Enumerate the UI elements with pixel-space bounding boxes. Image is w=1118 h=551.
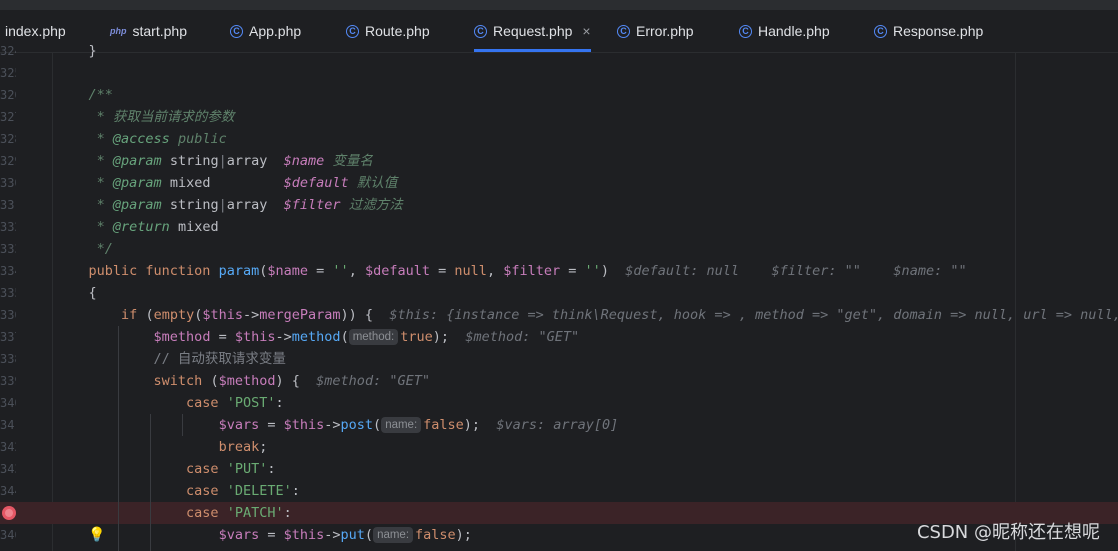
code-line[interactable]: 335 {: [0, 282, 1118, 304]
code-text: * @return mixed: [96, 219, 219, 235]
tab-label: index.php: [5, 23, 66, 39]
code-text: case 'PATCH':: [186, 505, 292, 521]
code-text: }: [88, 43, 97, 59]
code-text: $vars = $this->post(name: false); $vars: …: [218, 417, 619, 433]
code-text: case 'POST':: [186, 395, 284, 411]
code-text: public function param($name = '', $defau…: [88, 263, 967, 279]
breakpoint-icon[interactable]: [2, 506, 16, 520]
class-icon: C: [230, 24, 243, 38]
line-number: 344: [0, 484, 16, 498]
tab-label: App.php: [249, 23, 302, 39]
code-text: switch ($method) { $method: "GET": [153, 373, 430, 389]
tab-label: Response.php: [893, 23, 984, 39]
code-text: * @param mixed $default 默认值: [96, 175, 398, 191]
code-text: */: [96, 241, 113, 257]
code-line[interactable]: 339 switch ($method) { $method: "GET": [0, 370, 1118, 392]
line-number: 343: [0, 462, 16, 476]
php-file-icon: php: [110, 26, 127, 36]
tab-label: start.php: [132, 23, 187, 39]
code-line[interactable]: 334 public function param($name = '', $d…: [0, 260, 1118, 282]
line-number: 334: [0, 264, 16, 278]
class-icon: C: [874, 24, 887, 38]
line-number: 346: [0, 528, 16, 542]
line-number: 336: [0, 308, 16, 322]
code-line[interactable]: 332 * @return mixed: [0, 216, 1118, 238]
line-number: 340: [0, 396, 16, 410]
indent-guide: [150, 414, 151, 551]
indent-guide: [118, 326, 119, 551]
line-number: 335: [0, 286, 16, 300]
line-number: 341: [0, 418, 16, 432]
line-number: 333: [0, 242, 16, 256]
line-number: 331: [0, 198, 16, 212]
code-line[interactable]: 324 }: [0, 40, 1118, 62]
code-line[interactable]: 333 */: [0, 238, 1118, 260]
line-number: 337: [0, 330, 16, 344]
line-number: 324: [0, 44, 16, 58]
class-icon: C: [739, 24, 752, 38]
code-text: * @param string|array $filter 过滤方法: [96, 197, 403, 213]
line-number: 338: [0, 352, 16, 366]
class-icon: C: [617, 24, 630, 38]
code-line[interactable]: 342 break;: [0, 436, 1118, 458]
title-strip: [0, 0, 1118, 10]
code-line[interactable]: 336 if (empty($this->mergeParam)) { $thi…: [0, 304, 1118, 326]
code-text: {: [88, 285, 97, 301]
code-line[interactable]: 341 $vars = $this->post(name:false); $va…: [0, 414, 1118, 436]
code-text: * 获取当前请求的参数: [96, 109, 235, 125]
line-number: 342: [0, 440, 16, 454]
tab-label: Request.php: [493, 23, 573, 39]
line-number: 329: [0, 154, 16, 168]
line-number: 330: [0, 176, 16, 190]
line-number: 332: [0, 220, 16, 234]
line-number: 326: [0, 88, 16, 102]
tab-label: Handle.php: [758, 23, 830, 39]
code-line[interactable]: 331 * @param string|array $filter 过滤方法: [0, 194, 1118, 216]
indent-guide: [182, 414, 183, 436]
code-line[interactable]: 344 case 'DELETE':: [0, 480, 1118, 502]
code-text: if (empty($this->mergeParam)) { $this: {…: [121, 307, 1118, 323]
code-line[interactable]: 330 * @param mixed $default 默认值: [0, 172, 1118, 194]
code-text: case 'PUT':: [186, 461, 276, 477]
tab-label: Route.php: [365, 23, 430, 39]
code-line[interactable]: 340 case 'POST':: [0, 392, 1118, 414]
code-line[interactable]: 329 * @param string|array $name 变量名: [0, 150, 1118, 172]
code-text: $method = $this->method(method: true); $m…: [153, 329, 580, 345]
code-text: // 自动获取请求变量: [153, 351, 286, 367]
line-number: 327: [0, 110, 16, 124]
close-tab-icon[interactable]: ×: [582, 23, 590, 39]
line-number: 339: [0, 374, 16, 388]
code-text: break;: [218, 439, 268, 455]
class-icon: C: [474, 24, 487, 38]
code-text: /**: [88, 87, 113, 103]
tab-label: Error.php: [636, 23, 694, 39]
code-line[interactable]: 328 * @access public: [0, 128, 1118, 150]
line-number: 325: [0, 66, 16, 80]
class-icon: C: [346, 24, 359, 38]
code-line[interactable]: 325: [0, 62, 1118, 84]
code-text: case 'DELETE':: [186, 483, 300, 499]
code-line[interactable]: 338 // 自动获取请求变量: [0, 348, 1118, 370]
code-line[interactable]: 326 /**: [0, 84, 1118, 106]
code-line[interactable]: 327 * 获取当前请求的参数: [0, 106, 1118, 128]
code-text: * @param string|array $name 变量名: [96, 153, 373, 169]
csdn-watermark: CSDN @昵称还在想呢: [916, 522, 1100, 543]
code-line[interactable]: 343 case 'PUT':: [0, 458, 1118, 480]
line-number: 328: [0, 132, 16, 146]
code-line[interactable]: 337 $method = $this->method(method:true)…: [0, 326, 1118, 348]
code-text: * @access public: [96, 131, 227, 147]
